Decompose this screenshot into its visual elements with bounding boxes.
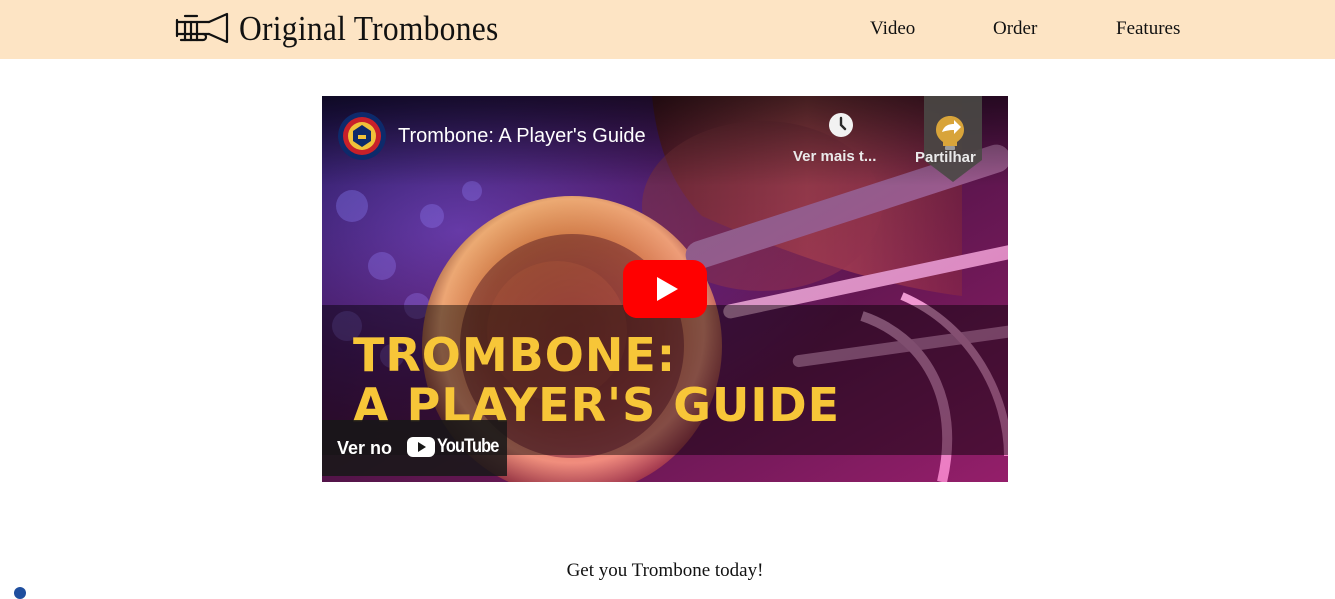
page-corner-widget[interactable] [14,587,26,599]
nav-link-order[interactable]: Order [993,17,1037,41]
youtube-wordmark: YouTube [437,436,499,457]
play-icon [623,260,707,318]
watch-on-youtube-button[interactable]: Ver no YouTube [322,420,507,476]
youtube-logo-icon [407,437,435,457]
nav-link-features[interactable]: Features [1116,17,1180,41]
watch-later-button[interactable]: Ver mais t... [790,110,892,170]
poster-title: TROMBONE: A PLAYER'S GUIDE [353,330,840,430]
share-label: Partilhar [915,149,976,166]
nav-link-video[interactable]: Video [870,17,915,41]
brand-name: Original Trombones [239,9,499,48]
share-button[interactable]: Partilhar [914,96,994,182]
share-arrow-icon [936,116,964,150]
play-button[interactable] [623,260,707,318]
brand-logo[interactable]: Original Trombones [175,9,527,49]
watch-on-label: Ver no [337,438,393,458]
trumpet-icon [175,12,229,44]
site-header: Original Trombones Video Order Features [0,0,1335,59]
clock-icon [829,113,853,137]
watch-later-label: Ver mais t... [793,148,877,165]
cta-text: Get you Trombone today! [566,560,764,581]
video-embed[interactable]: Trombone: A Player's Guide Ver mais t...… [322,96,1008,482]
poster-title-line: TROMBONE: [353,328,677,382]
channel-crest-icon[interactable] [338,112,386,160]
video-title[interactable]: Trombone: A Player's Guide [398,123,646,149]
